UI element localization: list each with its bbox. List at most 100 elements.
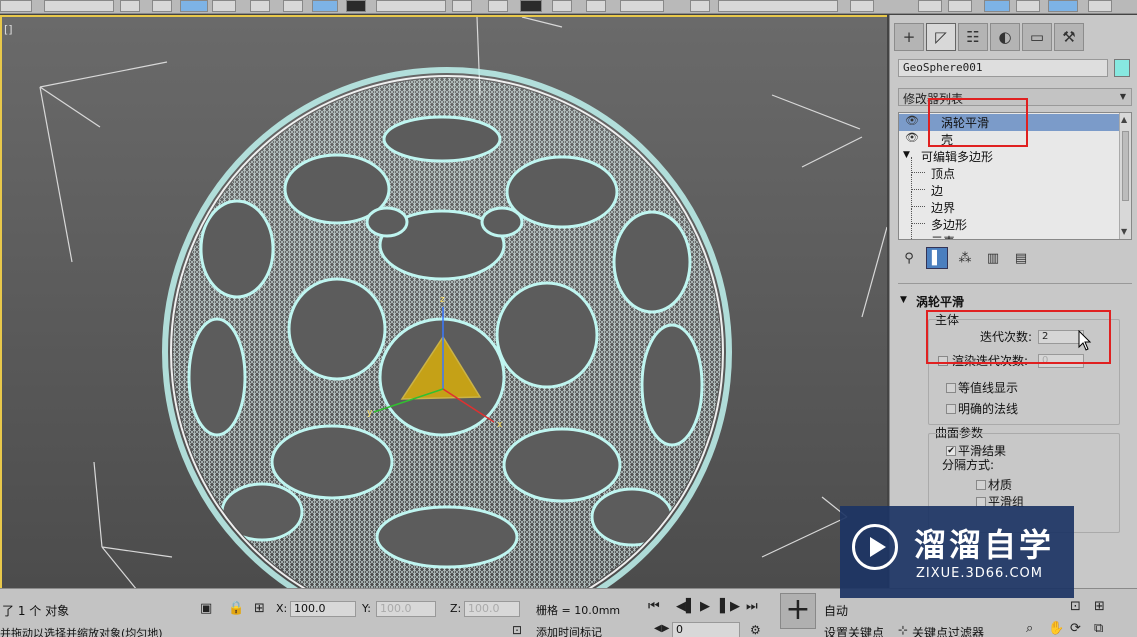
smooth-result-checkbox[interactable]: ✔ — [946, 446, 956, 456]
x-label: X: — [276, 602, 288, 615]
key-filter-icon[interactable]: ⊹ — [898, 623, 908, 637]
time-config-icon[interactable]: ⚙ — [750, 623, 761, 637]
geosphere-wireframe[interactable]: z x y — [2, 17, 887, 588]
current-frame-field[interactable]: 0 — [672, 622, 740, 637]
z-label: Z: — [450, 602, 462, 615]
stack-sub-polygon[interactable]: 多边形 — [899, 208, 1119, 233]
stack-sub-edge[interactable]: 边 — [899, 174, 1119, 199]
keyboard-shortcut-icon[interactable] — [520, 0, 542, 12]
eye-icon[interactable]: 👁 — [905, 131, 919, 144]
remove-modifier-icon[interactable]: ▥ — [982, 247, 1004, 269]
y-field[interactable]: 100.0 — [376, 601, 436, 617]
stack-sub-element[interactable]: 元素 — [899, 225, 1119, 239]
motion-tab-icon[interactable]: ◐ — [990, 23, 1020, 51]
tree-line — [911, 225, 925, 239]
go-to-start-icon[interactable]: ⏮ — [648, 599, 660, 614]
go-to-end-icon[interactable]: ⏭ — [746, 599, 758, 614]
svg-text:z: z — [440, 295, 445, 305]
object-color-swatch[interactable] — [1114, 59, 1130, 77]
stack-sub-vertex[interactable]: 顶点 — [899, 157, 1119, 182]
pivot-icon[interactable] — [452, 0, 472, 12]
selection-filter-dropdown[interactable] — [44, 0, 114, 12]
lock-selection-icon[interactable]: 🔒 — [228, 601, 244, 616]
main-toolbar — [0, 0, 1137, 14]
spinner-snap-icon[interactable] — [690, 0, 710, 12]
maximize-viewport-icon[interactable]: ⧉ — [1094, 621, 1103, 636]
material-editor-icon[interactable] — [1088, 0, 1112, 12]
move-icon[interactable] — [250, 0, 270, 12]
previous-frame-icon[interactable]: ◀▌ — [676, 599, 696, 614]
select-by-name-icon[interactable] — [152, 0, 172, 12]
scroll-thumb[interactable] — [1122, 131, 1129, 201]
isoline-checkbox[interactable] — [946, 383, 956, 393]
object-name-field[interactable]: GeoSphere001 — [898, 59, 1108, 77]
orbit-icon[interactable]: ⟳ — [1070, 621, 1081, 636]
region-select-icon[interactable] — [180, 0, 208, 12]
schematic-view-icon[interactable] — [1048, 0, 1078, 12]
auto-key-button[interactable]: 自动 — [824, 602, 848, 619]
materials-checkbox[interactable] — [976, 480, 986, 490]
make-unique-icon[interactable]: ⁂ — [954, 247, 976, 269]
absolute-offset-icon[interactable]: ⊞ — [254, 601, 265, 616]
modify-tab-icon[interactable]: ◸ — [926, 23, 956, 51]
add-time-tag-label[interactable]: 添加时间标记 — [536, 624, 602, 637]
explicit-normals-label: 明确的法线 — [958, 402, 1019, 416]
align-icon[interactable] — [918, 0, 942, 12]
utilities-tab-icon[interactable]: ⚒ — [1054, 23, 1084, 51]
separate-by-label: 分隔方式: — [942, 458, 995, 472]
stack-toolbar: ⚲ ▌ ⁂ ▥ ▤ — [898, 247, 1032, 269]
x-field[interactable]: 100.0 — [290, 601, 356, 617]
chevron-down-icon: ▼ — [1119, 92, 1126, 101]
scale-icon[interactable] — [312, 0, 338, 12]
select-icon[interactable] — [120, 0, 140, 12]
explicit-normals-checkbox[interactable] — [946, 404, 956, 414]
reference-coordinate-dropdown[interactable] — [376, 0, 446, 12]
play-icon[interactable]: ▶ — [700, 599, 710, 614]
zoom-extents-icon[interactable]: ⊡ — [1070, 599, 1081, 614]
percent-snap-icon[interactable] — [620, 0, 664, 12]
tree-line — [911, 174, 925, 190]
key-mode-icon[interactable]: ◀▶ — [654, 623, 669, 634]
scroll-down-icon[interactable]: ▼ — [1121, 227, 1127, 236]
snaps-toggle-icon[interactable] — [552, 0, 572, 12]
rotate-icon[interactable] — [283, 0, 303, 12]
select-manipulate-icon[interactable] — [488, 0, 508, 12]
scroll-up-icon[interactable]: ▲ — [1121, 115, 1127, 124]
layer-icon[interactable] — [948, 0, 972, 12]
pin-stack-icon[interactable]: ⚲ — [898, 247, 920, 269]
selection-count: 了 1 个 对象 — [2, 604, 70, 618]
stack-sub-border[interactable]: 边界 — [899, 191, 1119, 216]
curve-editor-icon[interactable] — [1016, 0, 1040, 12]
zoom-icon[interactable]: ⌕ — [1026, 621, 1033, 636]
collapse-triangle-icon[interactable]: ▼ — [903, 150, 910, 160]
stack-sub-label: 边界 — [931, 201, 956, 215]
stack-item-label: 可编辑多边形 — [921, 150, 994, 164]
show-end-result-icon[interactable]: ▌ — [926, 247, 948, 269]
next-frame-icon[interactable]: ▌▶ — [720, 599, 740, 614]
zoom-all-icon[interactable]: ⊞ — [1094, 599, 1105, 614]
add-key-button[interactable]: + — [780, 593, 816, 629]
eye-icon[interactable]: 👁 — [905, 114, 919, 127]
hierarchy-tab-icon[interactable]: ☷ — [958, 23, 988, 51]
stack-item-edit-poly[interactable]: ▼ 可编辑多边形 — [899, 148, 1119, 165]
angle-snap-icon[interactable] — [586, 0, 606, 12]
scene-explorer-icon[interactable] — [984, 0, 1010, 12]
configure-modifier-sets-icon[interactable]: ▤ — [1010, 247, 1032, 269]
named-selection-sets-dropdown[interactable] — [718, 0, 838, 12]
z-field[interactable]: 100.0 — [464, 601, 520, 617]
toolbar-button[interactable] — [0, 0, 32, 12]
window-crossing-icon[interactable] — [212, 0, 236, 12]
set-key-button[interactable]: 设置关键点 — [824, 624, 884, 637]
stack-scrollbar[interactable]: ▲ ▼ — [1119, 113, 1131, 239]
pan-icon[interactable]: ✋ — [1048, 621, 1064, 636]
placement-icon[interactable] — [346, 0, 366, 12]
rollout-title[interactable]: 涡轮平滑 — [916, 293, 964, 310]
key-filters-button[interactable]: 关键点过滤器 — [912, 624, 984, 637]
display-tab-icon[interactable]: ▭ — [1022, 23, 1052, 51]
time-tag-icon[interactable]: ⊡ — [512, 623, 522, 637]
rollout-collapse-icon[interactable]: ▼ — [900, 295, 907, 305]
create-tab-icon[interactable]: + — [894, 23, 924, 51]
perspective-viewport[interactable]: [] z x y — [0, 15, 887, 588]
isolate-selection-icon[interactable]: ▣ — [200, 601, 212, 616]
mirror-icon[interactable] — [850, 0, 874, 12]
